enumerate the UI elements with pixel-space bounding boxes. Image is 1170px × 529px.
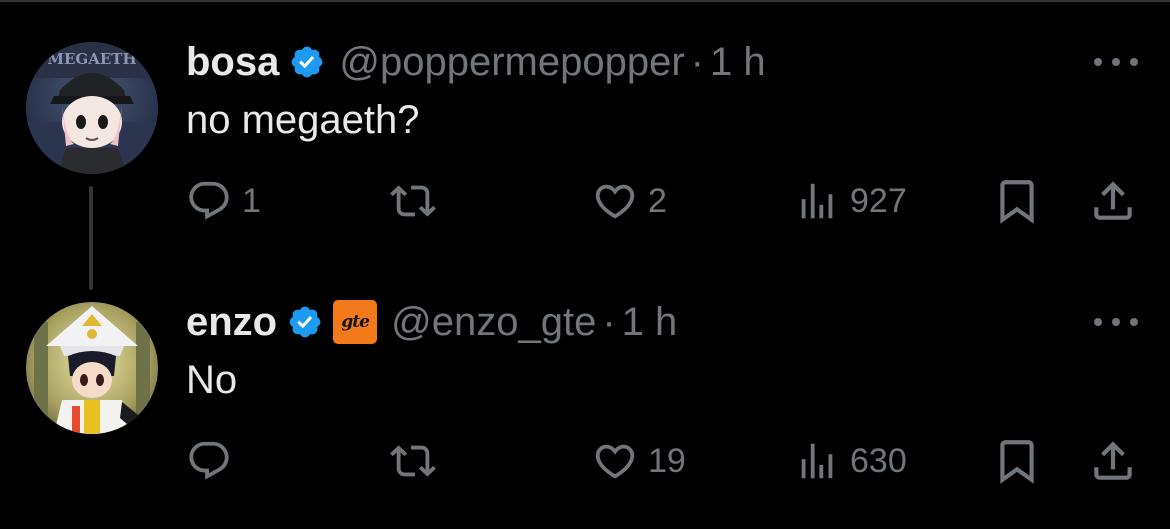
bookmark-icon	[1000, 180, 1034, 224]
timestamp[interactable]: 1 h	[622, 300, 678, 345]
separator-dot: ·	[602, 299, 616, 344]
reply-button[interactable]	[186, 436, 242, 486]
views-count: 630	[850, 441, 907, 480]
more-dot	[1130, 58, 1138, 66]
display-name[interactable]: bosa	[186, 40, 279, 85]
avatar-enzo[interactable]	[26, 302, 158, 434]
avatar-bosa[interactable]: MEGAETH	[26, 42, 158, 174]
more-dot	[1094, 318, 1102, 326]
verified-badge-icon[interactable]	[289, 44, 325, 80]
views-button[interactable]: 927	[794, 176, 907, 226]
more-dot	[1112, 58, 1120, 66]
reply-count: 1	[242, 181, 261, 220]
reply-icon	[189, 441, 229, 480]
retweet-icon	[390, 185, 436, 217]
tweet-text: No	[186, 358, 238, 402]
reply-icon	[189, 181, 229, 220]
tweet-text: no megaeth?	[186, 98, 420, 142]
like-count: 2	[648, 181, 667, 220]
bookmark-button[interactable]	[992, 436, 1042, 486]
views-chart-icon	[801, 183, 833, 219]
heart-icon	[595, 184, 635, 219]
separator-dot: ·	[690, 39, 704, 84]
tweet-header: enzo gte @enzo_gte · 1 h	[186, 294, 677, 350]
more-dots-icon[interactable]	[1094, 312, 1138, 332]
more-dots-icon[interactable]	[1094, 52, 1138, 72]
like-button[interactable]: 2	[592, 176, 667, 226]
retweet-icon	[390, 445, 436, 477]
user-handle[interactable]: @enzo_gte	[391, 300, 596, 345]
more-dot	[1130, 318, 1138, 326]
bookmark-icon	[1000, 440, 1034, 484]
anime-avatar-cap-icon: MEGAETH	[26, 42, 158, 174]
anime-avatar-wizard-icon	[26, 302, 158, 434]
heart-icon	[595, 444, 635, 479]
views-button[interactable]: 630	[794, 436, 907, 486]
share-button[interactable]	[1088, 176, 1138, 226]
tweet-header: bosa @poppermepopper · 1 h	[186, 34, 766, 90]
affiliate-badge[interactable]: gte	[333, 300, 378, 344]
views-chart-icon	[801, 443, 833, 479]
avatar-cap-text: MEGAETH	[47, 50, 136, 68]
like-count: 19	[648, 441, 686, 480]
top-divider	[0, 0, 1170, 2]
bookmark-button[interactable]	[992, 176, 1042, 226]
like-button[interactable]: 19	[592, 436, 686, 486]
verified-badge-icon[interactable]	[287, 304, 323, 340]
thread-connector	[89, 186, 93, 290]
share-icon	[1094, 181, 1132, 220]
display-name[interactable]: enzo	[186, 300, 277, 345]
timestamp[interactable]: 1 h	[710, 40, 766, 85]
share-icon	[1094, 441, 1132, 480]
retweet-button[interactable]	[390, 176, 446, 226]
retweet-button[interactable]	[390, 436, 446, 486]
views-count: 927	[850, 181, 907, 220]
more-dot	[1112, 318, 1120, 326]
user-handle[interactable]: @poppermepopper	[339, 40, 684, 85]
share-button[interactable]	[1088, 436, 1138, 486]
more-dot	[1094, 58, 1102, 66]
reply-button[interactable]: 1	[186, 176, 261, 226]
